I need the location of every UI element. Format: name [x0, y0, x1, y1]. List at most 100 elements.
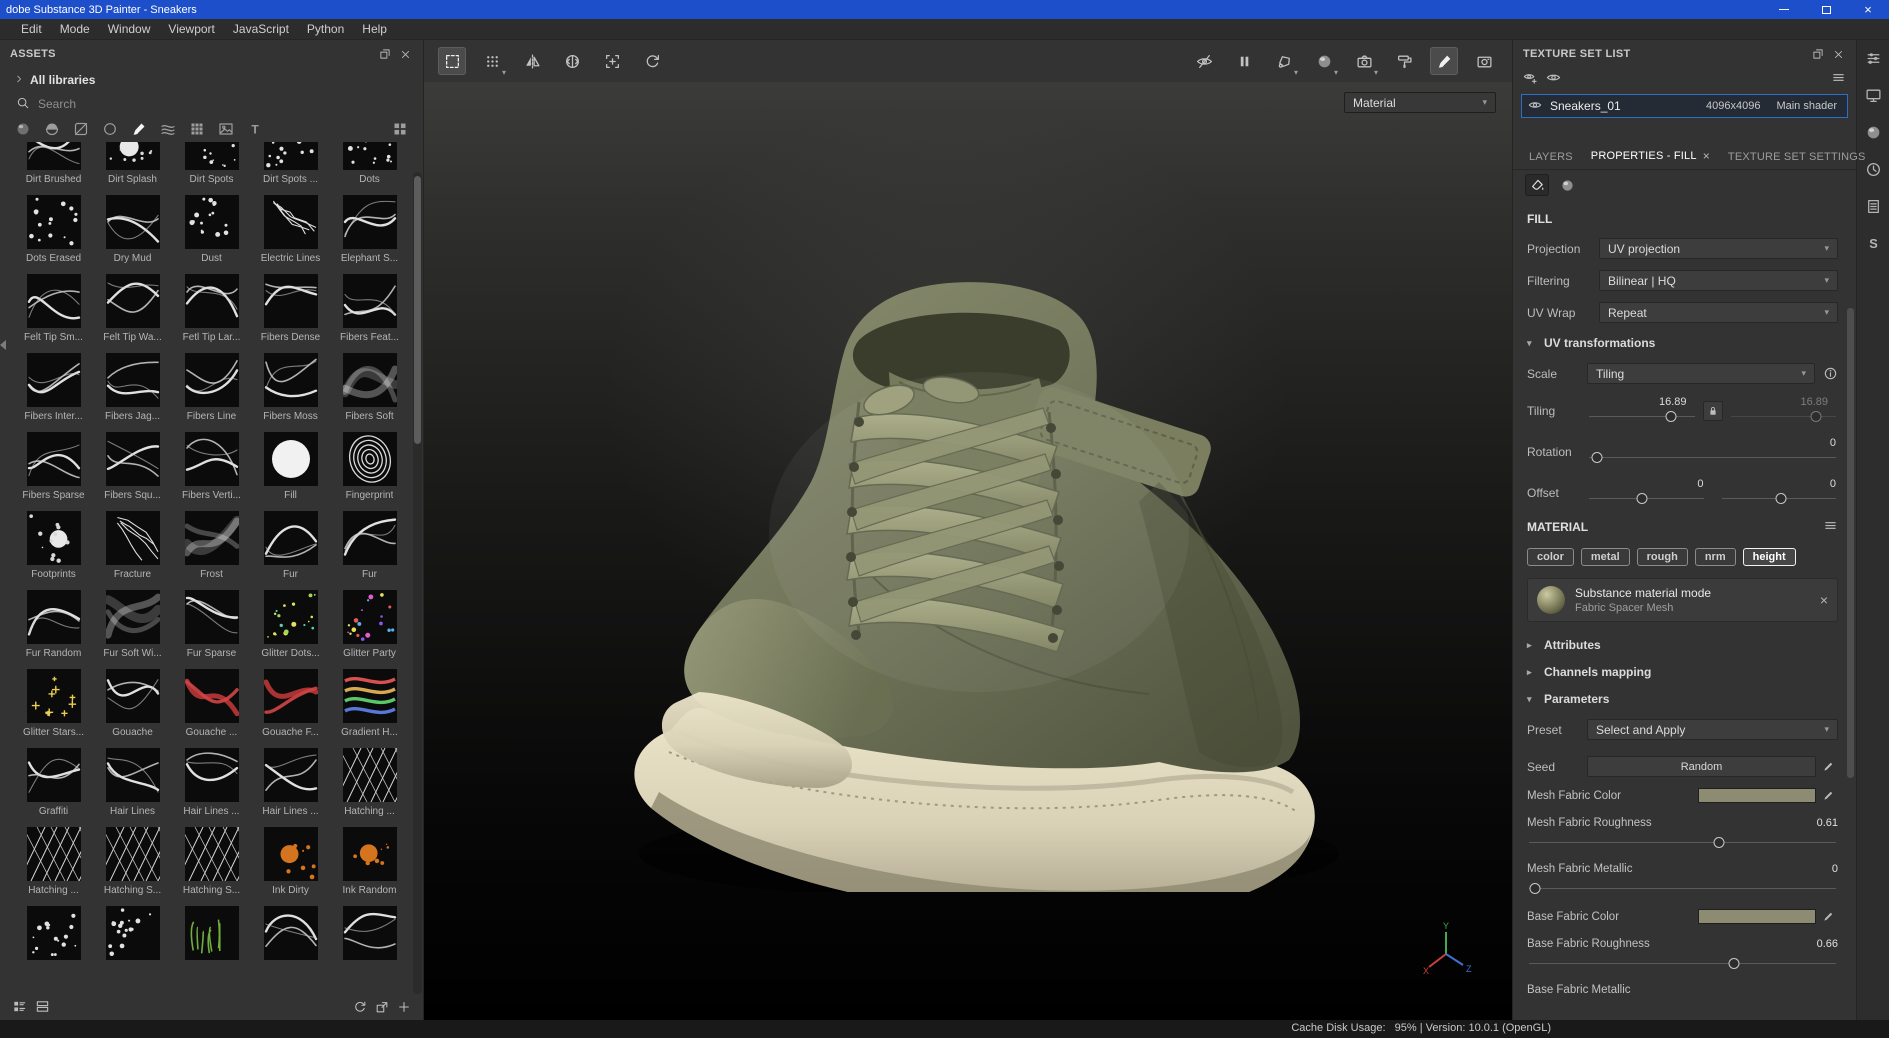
asset-item[interactable]: Fur Random — [14, 590, 93, 669]
channel-chip-metal[interactable]: metal — [1580, 548, 1630, 566]
alphas-filter-icon[interactable] — [159, 120, 177, 138]
asset-item[interactable]: Gouache F... — [251, 669, 330, 748]
refresh-assets-icon[interactable] — [353, 1000, 367, 1017]
seed-edit-icon[interactable] — [1822, 760, 1838, 773]
close-panel-icon[interactable] — [1828, 44, 1848, 64]
stencil-grid-icon[interactable]: ▾ — [478, 47, 506, 77]
asset-item[interactable]: Felt Tip Sm... — [14, 274, 93, 353]
seed-random-button[interactable]: Random — [1587, 756, 1816, 777]
asset-item[interactable]: Fibers Sparse — [14, 432, 93, 511]
asset-item[interactable]: Fur Soft Wi... — [93, 590, 172, 669]
asset-item[interactable]: Hatching ... — [14, 826, 107, 906]
close-tab-icon[interactable]: × — [1703, 149, 1710, 163]
mesh-fabric-color-swatch[interactable] — [1698, 788, 1816, 803]
viewport-shading-select[interactable]: Material ▾ — [1344, 92, 1496, 113]
asset-item[interactable]: Fibers Squ... — [93, 432, 172, 511]
offset-u-slider[interactable]: 0 — [1587, 477, 1706, 507]
radial-symmetry-icon[interactable] — [558, 47, 586, 75]
asset-item[interactable] — [251, 906, 330, 985]
material-mode-box[interactable]: Substance material mode Fabric Spacer Me… — [1527, 578, 1838, 622]
reset-camera-icon[interactable] — [638, 47, 666, 75]
asset-item[interactable]: Fetl Tip Lar... — [172, 274, 251, 353]
viewport-3d[interactable]: Material ▾ Y X Z — [424, 82, 1512, 1020]
channel-chip-height[interactable]: height — [1742, 548, 1796, 566]
asset-item[interactable]: Fibers Moss — [251, 353, 330, 432]
offset-v-slider[interactable]: 0 — [1720, 477, 1839, 507]
environments-filter-icon[interactable] — [217, 120, 235, 138]
sneaker-model[interactable] — [559, 232, 1339, 892]
marquee-select-icon[interactable] — [438, 47, 466, 75]
asset-item[interactable]: Elephant S... — [330, 195, 409, 274]
asset-item[interactable]: Fur Sparse — [172, 590, 251, 669]
brushes-filter-icon[interactable] — [130, 120, 148, 138]
smart-materials-filter-icon[interactable] — [43, 120, 61, 138]
screenshot-icon[interactable] — [1470, 47, 1498, 75]
tab-layers[interactable]: LAYERS — [1521, 145, 1581, 169]
asset-item[interactable]: Fill — [251, 432, 330, 511]
mesh-fabric-metallic-slider[interactable] — [1527, 878, 1838, 894]
asset-item[interactable]: Dirt Brushed — [14, 142, 93, 195]
properties-scrollbar[interactable] — [1847, 308, 1854, 778]
texture-set-visibility-icon[interactable] — [1528, 98, 1542, 115]
attributes-toggle[interactable]: ▸ Attributes — [1527, 638, 1838, 652]
projection-tool-icon[interactable] — [1390, 47, 1418, 75]
asset-item[interactable]: Felt Tip Wa... — [93, 274, 172, 353]
asset-item[interactable]: Dirt Splash — [93, 142, 172, 195]
render-mode-icon[interactable]: ▾ — [1310, 47, 1338, 77]
hide-overlays-icon[interactable] — [1190, 47, 1218, 75]
axis-gizmo[interactable]: Y X Z — [1414, 920, 1478, 984]
slider-knob[interactable] — [1713, 837, 1725, 848]
menu-edit[interactable]: Edit — [12, 22, 51, 36]
asset-item[interactable]: Gouache ... — [172, 669, 251, 748]
asset-item[interactable]: Ink Random — [330, 827, 409, 906]
asset-item[interactable]: Ink Dirty — [251, 827, 330, 906]
slider-knob[interactable] — [1775, 493, 1787, 504]
asset-item[interactable]: Hair Lines ... — [172, 748, 251, 827]
minimize-button[interactable] — [1763, 0, 1805, 19]
materials-filter-icon[interactable] — [14, 120, 32, 138]
fonts-filter-icon[interactable]: T — [246, 120, 264, 138]
asset-item[interactable]: Dirt Spots ... — [251, 142, 330, 195]
tiling-link-lock-icon[interactable] — [1702, 401, 1723, 421]
settings-icon[interactable] — [1863, 48, 1883, 68]
asset-item[interactable]: Dirt Spots — [172, 142, 251, 195]
texture-set-row[interactable]: Sneakers_01 4096x4096 Main shader — [1521, 94, 1848, 118]
thumbnail-size-icon[interactable] — [391, 120, 409, 138]
textures-filter-icon[interactable] — [188, 120, 206, 138]
channels-mapping-toggle[interactable]: ▸ Channels mapping — [1527, 665, 1838, 679]
assets-scrollbar-track[interactable] — [413, 172, 422, 994]
rotation-slider[interactable]: 0 — [1587, 436, 1838, 466]
asset-item[interactable]: Glitter Party — [330, 590, 409, 669]
slider-knob[interactable] — [1529, 883, 1541, 894]
base-fabric-roughness-slider[interactable] — [1527, 953, 1838, 969]
undock-panel-icon[interactable] — [1808, 44, 1828, 64]
menu-javascript[interactable]: JavaScript — [224, 22, 298, 36]
asset-item[interactable]: Dust — [172, 195, 251, 274]
log-icon[interactable] — [1863, 196, 1883, 216]
asset-item[interactable]: Fibers Verti... — [172, 432, 251, 511]
add-asset-icon[interactable] — [397, 1000, 411, 1017]
library-selector[interactable]: All libraries — [0, 68, 423, 92]
asset-item[interactable] — [172, 906, 251, 985]
slider-knob[interactable] — [1810, 411, 1822, 422]
camera-views-icon[interactable]: ▾ — [1350, 47, 1378, 77]
display-settings-icon[interactable] — [1863, 85, 1883, 105]
asset-item[interactable]: Fibers Jag... — [93, 353, 172, 432]
list-view-icon[interactable] — [35, 999, 50, 1017]
menu-window[interactable]: Window — [99, 22, 160, 36]
base-fabric-color-edit-icon[interactable] — [1822, 910, 1838, 923]
asset-item[interactable]: Dry Mud — [93, 195, 172, 274]
close-panel-icon[interactable] — [395, 44, 415, 64]
asset-item[interactable]: Hatching S... — [172, 826, 265, 906]
asset-item[interactable] — [93, 906, 172, 985]
frame-add-icon[interactable] — [598, 47, 626, 75]
menu-python[interactable]: Python — [298, 22, 353, 36]
fill-properties-icon[interactable] — [1525, 174, 1549, 196]
asset-item[interactable]: Fingerprint — [330, 432, 409, 511]
import-assets-icon[interactable] — [375, 1000, 389, 1017]
asset-item[interactable] — [330, 906, 409, 985]
thumbnail-view-icon[interactable] — [12, 999, 27, 1017]
channel-chip-rough[interactable]: rough — [1636, 548, 1688, 566]
asset-item[interactable]: Dots — [330, 142, 409, 195]
slider-knob[interactable] — [1728, 958, 1740, 969]
